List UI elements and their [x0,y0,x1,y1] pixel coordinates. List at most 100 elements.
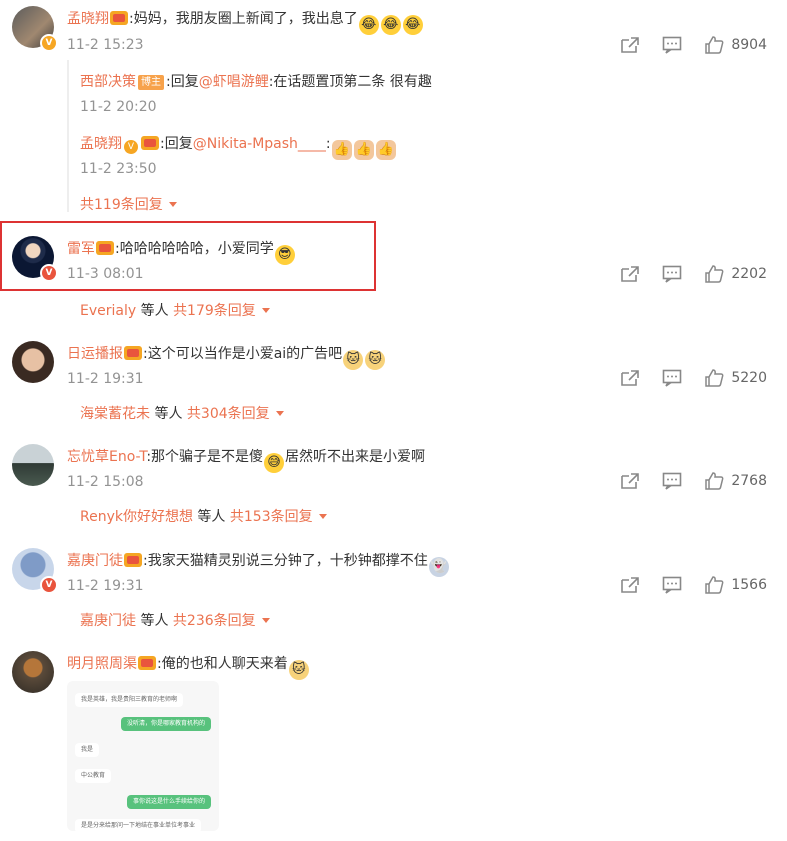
more-replies-user: 嘉庚门徒 [80,613,136,629]
comment-username[interactable]: 明月照周渠 [67,656,137,672]
like-icon[interactable] [703,471,725,491]
comment-icon[interactable] [661,368,683,388]
attached-chat-screenshot[interactable]: 我是英雄，我是贵阳三教育的老师啊 没听清，你是哪家教育机构的 我是 中公教育 事… [67,681,219,831]
reply-mention-link[interactable]: @Nikita-Mpash____ [193,136,326,152]
share-icon[interactable] [619,575,641,595]
comment-time: 11-2 19:31 [67,371,144,387]
cat-emoji-icon: 🐱 [288,660,309,680]
comment-username[interactable]: 孟晓翔 [67,11,109,27]
like-icon[interactable] [703,264,725,284]
verified-badge-icon: V [40,34,58,52]
reply-prefix: :回复 [160,136,193,152]
crown-badge-icon [96,241,114,255]
more-replies-user: 海棠蓄花未 [80,406,150,422]
chat-bubble-right: 没听清，你是哪家教育机构的 [120,717,211,731]
reply-text: :在话题置顶第二条 很有趣 [268,74,432,90]
comment-icon[interactable] [661,471,683,491]
caret-down-icon [168,202,177,207]
comment-time: 11-2 19:31 [67,578,144,594]
thumbs-up-emoji-icon: 👍 [353,140,374,160]
avatar[interactable] [12,444,54,486]
like-icon[interactable] [703,368,725,388]
avatar[interactable] [12,651,54,693]
more-replies-label: 共304条回复 [186,406,270,422]
crown-badge-icon [138,656,156,670]
comment-time: 11-2 15:23 [67,37,144,53]
cat-emoji-icon: 🐱 [365,350,386,370]
verified-badge-icon: V [40,576,58,594]
chat-bubble-right: 事你说这是什么手续给你的 [126,795,211,809]
like-icon[interactable] [703,575,725,595]
like-count: 8904 [731,37,767,53]
comment-username[interactable]: 忘忧草Eno-T [67,449,146,465]
chat-bubble-left: 我是 [75,743,100,757]
share-icon[interactable] [619,35,641,55]
reply-body: 孟晓翔 V:回复@Nikita-Mpash____: 👍 👍 👍 [80,133,397,160]
more-replies-link[interactable]: Everialy 等人 共179条回复 [80,300,270,320]
comment-icon[interactable] [661,575,683,595]
cat-emoji-icon: 🐱 [343,350,364,370]
more-replies-mid: 等人 [192,509,230,525]
crown-badge-icon [124,553,142,567]
more-replies-link[interactable]: 嘉庚门徒 等人 共236条回复 [80,610,270,630]
more-replies-label: 共179条回复 [173,303,256,319]
comment-body: 孟晓翔:妈妈，我朋友圈上新闻了，我出息了 😂 😂 😂 [67,8,424,35]
verified-badge-icon: V [124,140,138,154]
comment-actions: 8904 [599,35,767,55]
ghost-emoji-icon: 👻 [428,557,449,577]
comment-actions: 2768 [599,471,767,491]
comment-time: 11-3 08:01 [67,266,144,282]
comment-username[interactable]: 嘉庚门徒 [67,553,123,569]
comment-text: :我家天猫精灵别说三分钟了，十秒钟都撑不住 [143,553,428,569]
thumbs-up-emoji-icon: 👍 [331,140,352,160]
like-count: 1566 [731,577,767,593]
crown-badge-icon [141,136,159,150]
reply-thread-line [67,60,69,212]
blogger-badge: 博主 [138,75,164,90]
crown-badge-icon [124,346,142,360]
chat-bubble-left: 是是分来给那问一下地结在事业单位考事业 [75,819,202,831]
comment-icon[interactable] [661,35,683,55]
reply-mention-link[interactable]: @虾唱游鲤 [199,74,269,90]
more-replies-link[interactable]: 共119条回复 [80,194,177,214]
grin-sweat-emoji-icon: 😅 [264,453,285,473]
laugh-cry-emoji-icon: 😂 [402,15,423,35]
comment-text-continued: 居然听不出来是小爱啊 [285,449,426,465]
chat-bubble-left: 我是英雄，我是贵阳三教育的老师啊 [75,693,184,707]
verified-badge-icon: V [40,264,58,282]
like-count: 5220 [731,370,767,386]
comment-icon[interactable] [661,264,683,284]
comment-text: :俺的也和人聊天来着 [157,656,288,672]
like-count: 2768 [731,473,767,489]
crown-badge-icon [110,11,128,25]
share-icon[interactable] [619,264,641,284]
comment-username[interactable]: 雷军 [67,241,95,257]
more-replies-label: 共236条回复 [172,613,256,629]
reply-username[interactable]: 孟晓翔 [80,136,122,152]
more-replies-link[interactable]: 海棠蓄花未 等人 共304条回复 [80,403,284,423]
comment-body: 雷军:哈哈哈哈哈哈，小爱同学 😎 [67,238,296,265]
share-icon[interactable] [619,471,641,491]
caret-down-icon [261,618,270,623]
comment-body: 忘忧草Eno-T:那个骗子是不是傻 😅 居然听不出来是小爱啊 [67,446,425,473]
reply-time: 11-2 20:20 [80,99,157,115]
more-replies-user: Renyk你好好想想 [80,509,193,525]
avatar[interactable] [12,341,54,383]
comment-actions: 5220 [599,368,767,388]
more-replies-user: Everialy [80,303,137,319]
like-icon[interactable] [703,35,725,55]
comment-username[interactable]: 日运播报 [67,346,123,362]
reply-username[interactable]: 西部决策 [80,74,136,90]
comment-actions: 1566 [599,575,767,595]
share-icon[interactable] [619,368,641,388]
more-replies-mid: 等人 [150,406,187,422]
reply-prefix: :回复 [166,74,199,90]
caret-down-icon [318,514,327,519]
caret-down-icon [275,411,284,416]
laugh-cry-emoji-icon: 😂 [380,15,401,35]
thumbs-up-emoji-icon: 👍 [375,140,396,160]
comment-text: :这个可以当作是小爱ai的广告吧 [143,346,343,362]
more-replies-link[interactable]: Renyk你好好想想 等人 共153条回复 [80,506,327,526]
more-replies-mid: 等人 [136,303,174,319]
reply-body: 西部决策 博主:回复@虾唱游鲤:在话题置顶第二条 很有趣 [80,71,432,91]
